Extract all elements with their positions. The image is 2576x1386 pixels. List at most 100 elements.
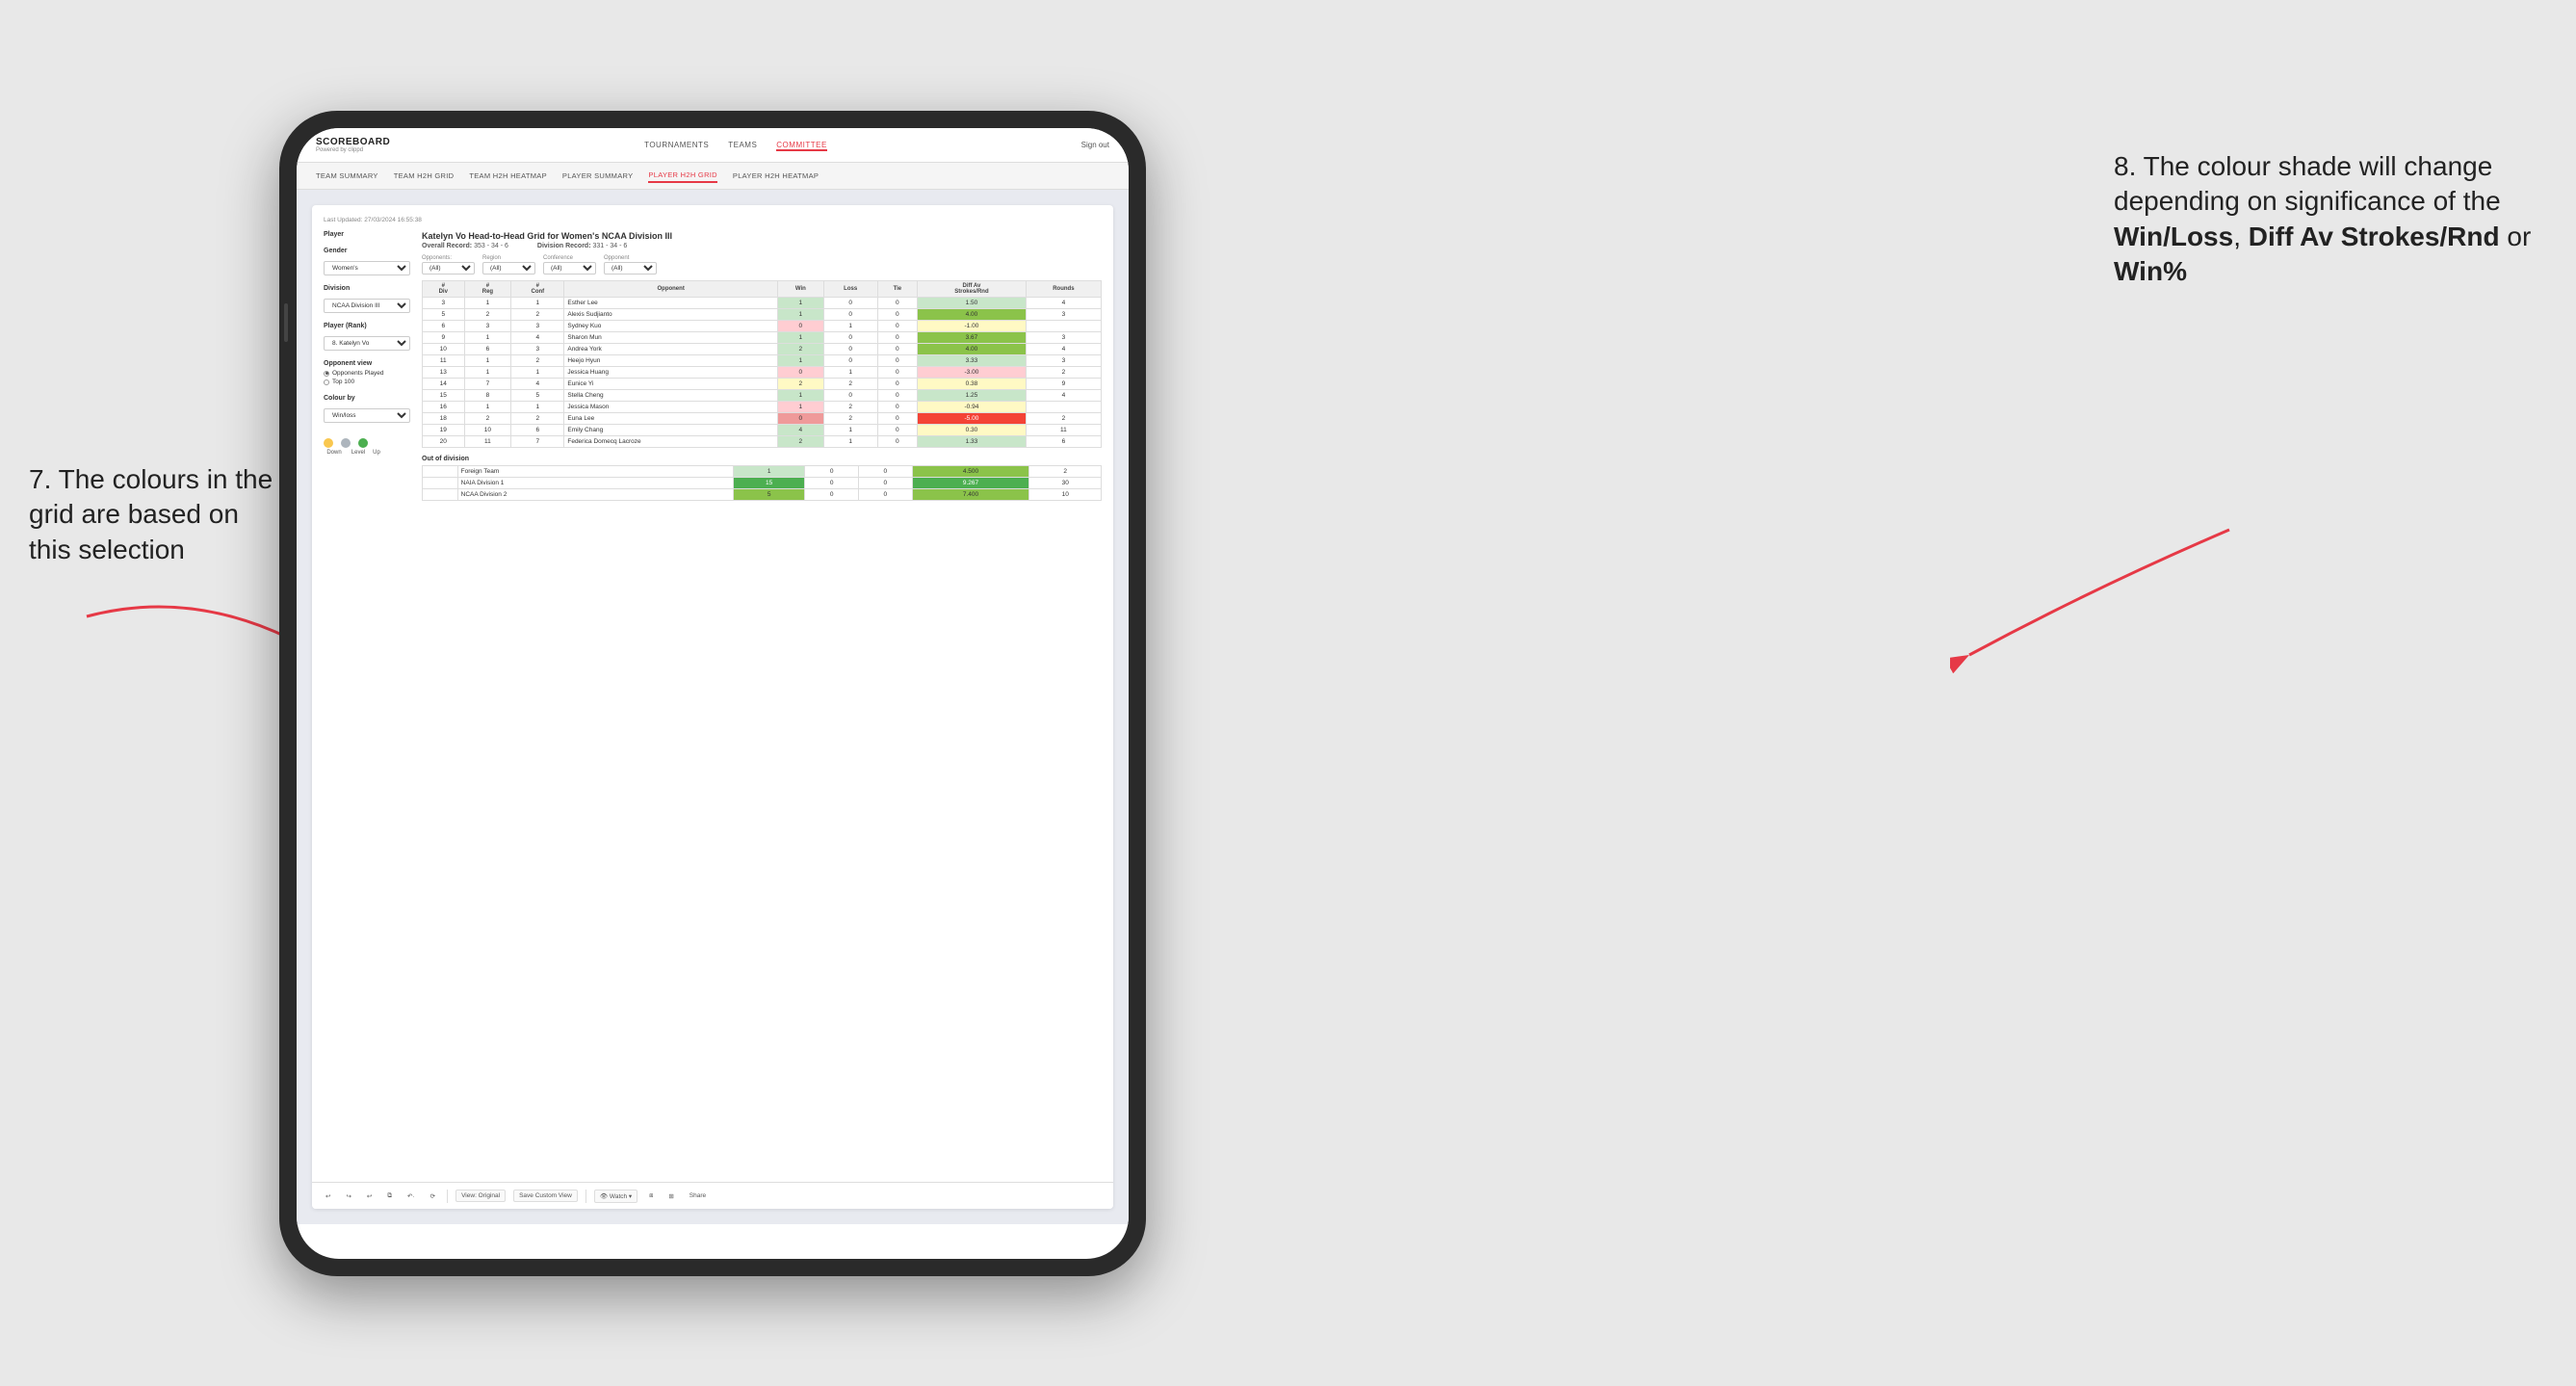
th-div: #Div <box>423 281 465 298</box>
td-opponent: Esther Lee <box>564 298 778 309</box>
sign-out[interactable]: Sign out <box>1081 141 1109 149</box>
td-loss: 0 <box>823 332 877 344</box>
toolbar-grid-icon[interactable]: ⊞ <box>664 1190 677 1202</box>
toolbar-watch[interactable]: 👁 Watch ▾ <box>594 1190 637 1203</box>
sec-nav-player-summary[interactable]: PLAYER SUMMARY <box>562 170 634 182</box>
td-conf: 5 <box>511 390 564 402</box>
td-div: 11 <box>423 355 465 367</box>
main-table: #Div #Reg #Conf Opponent Win Loss Tie Di… <box>422 280 1102 448</box>
td-tie: 0 <box>877 390 917 402</box>
td-div: 19 <box>423 425 465 436</box>
toolbar-redo[interactable]: ↪ <box>342 1190 354 1202</box>
td-reg: 1 <box>464 367 511 379</box>
td-opponent: Stella Cheng <box>564 390 778 402</box>
td-diff: 9.267 <box>912 478 1029 489</box>
filter-conference-select[interactable]: (All) <box>543 262 596 275</box>
td-conf: 4 <box>511 332 564 344</box>
td-div: 5 <box>423 309 465 321</box>
td-diff: -1.00 <box>918 321 1027 332</box>
left-sidebar: Player Gender Women's Division NCAA Divi… <box>324 231 410 1173</box>
arrow-right <box>1950 510 2239 703</box>
td-diff: 4.500 <box>912 466 1029 478</box>
td-rounds: 6 <box>1026 436 1101 448</box>
td-win: 2 <box>777 436 823 448</box>
td-loss: 1 <box>823 425 877 436</box>
td-loss: 0 <box>823 309 877 321</box>
toolbar-paint[interactable]: ↶· <box>403 1190 419 1202</box>
td-reg: 1 <box>464 402 511 413</box>
td-opponent: Jessica Huang <box>564 367 778 379</box>
td-loss: 0 <box>823 344 877 355</box>
sec-nav-player-h2h-grid[interactable]: PLAYER H2H GRID <box>648 169 716 183</box>
td-win: 2 <box>777 344 823 355</box>
td-div: 10 <box>423 344 465 355</box>
last-updated: Last Updated: 27/03/2024 16:55:38 <box>324 217 1102 223</box>
toolbar-sep-1 <box>447 1190 448 1203</box>
th-rounds: Rounds <box>1026 281 1101 298</box>
td-reg: 1 <box>464 298 511 309</box>
td-conf: 7 <box>511 436 564 448</box>
td-diff: 4.00 <box>918 344 1027 355</box>
nav-link-tournaments[interactable]: TOURNAMENTS <box>644 139 709 151</box>
sec-nav-team-h2h-grid[interactable]: TEAM H2H GRID <box>394 170 455 182</box>
td-div: 13 <box>423 367 465 379</box>
radio-opponents-played[interactable]: Opponents Played <box>324 370 410 377</box>
main-content: Last Updated: 27/03/2024 16:55:38 Player… <box>297 190 1129 1224</box>
sec-nav-team-h2h-heatmap[interactable]: TEAM H2H HEATMAP <box>469 170 547 182</box>
td-opponent: Heejo Hyun <box>564 355 778 367</box>
td-tie: 0 <box>877 298 917 309</box>
td-conf: 1 <box>511 298 564 309</box>
toolbar-copy[interactable]: ⧉ <box>383 1190 396 1202</box>
table-row: 9 1 4 Sharon Mun 1 0 0 3.67 3 <box>423 332 1102 344</box>
td-diff: 0.38 <box>918 379 1027 390</box>
legend-circle-up <box>358 438 368 448</box>
legend-labels: Down Level Up <box>324 450 410 456</box>
sec-nav-team-summary[interactable]: TEAM SUMMARY <box>316 170 378 182</box>
td-win: 2 <box>777 379 823 390</box>
table-row: 6 3 3 Sydney Kuo 0 1 0 -1.00 <box>423 321 1102 332</box>
table-row: Foreign Team 1 0 0 4.500 2 <box>423 466 1102 478</box>
td-rounds: 9 <box>1026 379 1101 390</box>
toolbar-share[interactable]: Share <box>686 1190 710 1201</box>
nav-link-committee[interactable]: COMMITTEE <box>776 139 827 151</box>
td-reg: 1 <box>464 332 511 344</box>
td-win: 1 <box>777 390 823 402</box>
td-tie: 0 <box>877 309 917 321</box>
filter-opponents-label: Opponents: <box>422 255 475 261</box>
gender-select[interactable]: Women's <box>324 261 410 275</box>
td-conf: 2 <box>511 309 564 321</box>
td-reg: 7 <box>464 379 511 390</box>
td-conf: 1 <box>511 367 564 379</box>
division-section: Division NCAA Division III <box>324 285 410 313</box>
filter-region: Region (All) <box>482 255 535 275</box>
radio-top-100[interactable]: Top 100 <box>324 379 410 385</box>
td-diff: -3.00 <box>918 367 1027 379</box>
toolbar-undo[interactable]: ↩ <box>322 1190 334 1202</box>
toolbar-refresh[interactable]: ⟳ <box>427 1190 439 1202</box>
td-opponent: Eunice Yi <box>564 379 778 390</box>
colour-by-section: Colour by Win/loss <box>324 395 410 423</box>
toolbar-share-icon[interactable]: ⧈ <box>645 1190 657 1202</box>
colour-by-select[interactable]: Win/loss <box>324 408 410 423</box>
table-row: 19 10 6 Emily Chang 4 1 0 0.30 11 <box>423 425 1102 436</box>
th-conf: #Conf <box>511 281 564 298</box>
tablet-side-button[interactable] <box>284 303 288 342</box>
player-rank-select[interactable]: 8. Katelyn Vo <box>324 336 410 351</box>
filter-region-select[interactable]: (All) <box>482 262 535 275</box>
toolbar-view-original[interactable]: View: Original <box>455 1190 506 1202</box>
table-row: 20 11 7 Federica Domecq Lacroze 2 1 0 1.… <box>423 436 1102 448</box>
filter-opponent-select[interactable]: (All) <box>604 262 657 275</box>
nav-link-teams[interactable]: TEAMS <box>728 139 757 151</box>
content-area: Player Gender Women's Division NCAA Divi… <box>324 231 1102 1173</box>
sec-nav-player-h2h-heatmap[interactable]: PLAYER H2H HEATMAP <box>733 170 819 182</box>
td-loss: 1 <box>823 321 877 332</box>
toolbar-save-custom[interactable]: Save Custom View <box>513 1190 578 1202</box>
table-row: NCAA Division 2 5 0 0 7.400 10 <box>423 489 1102 501</box>
td-tie: 0 <box>877 355 917 367</box>
division-select[interactable]: NCAA Division III <box>324 299 410 313</box>
grid-records: Overall Record: 353 - 34 - 6 Division Re… <box>422 243 1102 249</box>
toolbar-back[interactable]: ↩ <box>363 1190 376 1202</box>
filter-opponents-select[interactable]: (All) <box>422 262 475 275</box>
card: Last Updated: 27/03/2024 16:55:38 Player… <box>312 205 1113 1209</box>
td-loss: 2 <box>823 413 877 425</box>
